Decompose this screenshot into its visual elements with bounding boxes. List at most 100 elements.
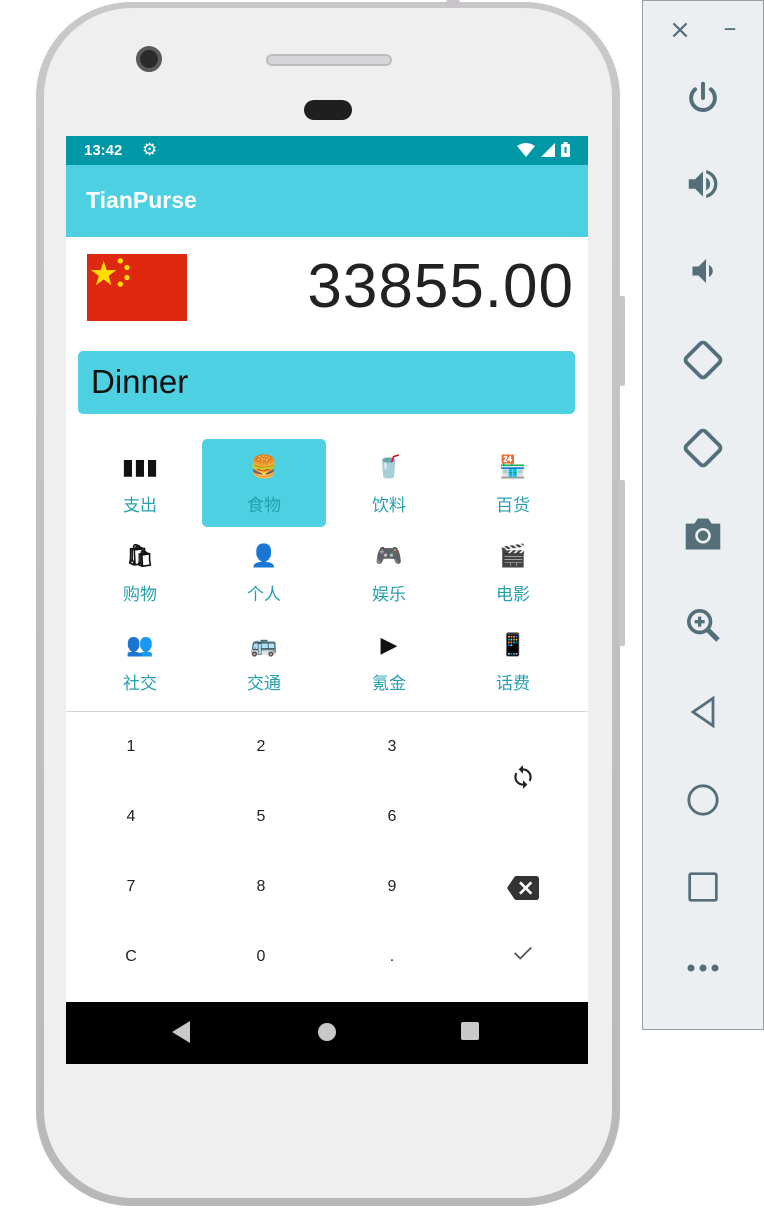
- category-commute[interactable]: 🚌 交通: [202, 617, 326, 705]
- number-keypad: 123 456 789 C0.: [66, 712, 588, 1002]
- app-title: TianPurse: [86, 187, 197, 213]
- category-label: 食物: [247, 496, 281, 516]
- rotate-left-icon: [683, 340, 723, 380]
- category-shopping-bag[interactable]: 🛍 购物: [78, 528, 202, 616]
- drink-icon: 🥤: [375, 455, 403, 480]
- key-7[interactable]: 7: [66, 852, 196, 922]
- zoom-in-icon: [687, 609, 720, 642]
- key-5[interactable]: 5: [196, 782, 326, 852]
- category-label: 支出: [123, 496, 157, 516]
- category-phone[interactable]: 📱 话费: [451, 617, 575, 705]
- home-button[interactable]: [643, 783, 763, 821]
- category-label: 话费: [496, 674, 530, 694]
- front-camera: [136, 46, 162, 72]
- volume-down-button[interactable]: [643, 253, 763, 293]
- confirm-button[interactable]: [458, 922, 588, 992]
- nav-back-icon[interactable]: [172, 1021, 190, 1043]
- category-label: 社交: [123, 674, 157, 694]
- memo-field[interactable]: Dinner: [78, 351, 575, 414]
- category-store[interactable]: 🏪 百货: [451, 439, 575, 527]
- more-button[interactable]: [643, 959, 763, 978]
- key-3[interactable]: 3: [327, 712, 457, 782]
- app-bar: TianPurse: [66, 165, 588, 237]
- volume-up-button[interactable]: [643, 165, 763, 207]
- status-bar: 13:42 ⚙: [66, 136, 588, 165]
- emulator-toolbar: × –: [642, 0, 764, 1030]
- swap-button[interactable]: [458, 742, 588, 812]
- settings-gear-icon: ⚙: [142, 140, 158, 160]
- status-time: 13:42: [84, 142, 123, 159]
- overview-square-icon: [688, 872, 718, 902]
- person-icon: 👤: [250, 544, 278, 569]
- phone-side-button: [619, 296, 625, 386]
- screenshot-button[interactable]: [643, 515, 763, 557]
- category-play-store[interactable]: ▶ 氪金: [327, 617, 451, 705]
- camera-icon: [685, 518, 721, 550]
- phone-icon: 📱: [499, 633, 527, 658]
- gamepad-icon: 🎮: [375, 544, 403, 569]
- emulator-close-button[interactable]: ×: [665, 15, 695, 45]
- home-circle-icon: [687, 784, 719, 816]
- entry-card: 33855.00 Dinner ▮▮▮ 支出 🍔 食物 🥤 饮料 🏪 百货 🛍 购物 👤 个人 🎮 娱乐 🎬…: [66, 237, 588, 711]
- more-dots-icon: [687, 964, 719, 972]
- category-gamepad[interactable]: 🎮 娱乐: [327, 528, 451, 616]
- power-icon: [689, 81, 717, 112]
- earpiece-speaker: [266, 54, 392, 66]
- category-label: 个人: [247, 585, 281, 605]
- amount-display: 33855.00: [307, 252, 574, 321]
- category-person[interactable]: 👤 个人: [202, 528, 326, 616]
- key-c[interactable]: C: [66, 922, 196, 992]
- refresh-icon: [514, 765, 532, 789]
- play-store-icon: ▶: [380, 633, 398, 658]
- status-icons: [517, 142, 570, 157]
- shopping-bag-icon: 🛍: [126, 544, 154, 569]
- category-people[interactable]: 👥 社交: [78, 617, 202, 705]
- backspace-icon: [507, 876, 539, 900]
- china-flag-icon[interactable]: [87, 254, 187, 321]
- fastfood-icon: 🍔: [250, 455, 278, 480]
- phone-volume-button: [619, 480, 625, 646]
- phone-top-button: [446, 0, 460, 8]
- movie-clapper-icon: 🎬: [499, 544, 527, 569]
- category-label: 百货: [496, 496, 530, 516]
- key-1[interactable]: 1: [66, 712, 196, 782]
- store-icon: 🏪: [499, 455, 527, 480]
- people-icon: 👥: [126, 633, 154, 658]
- key-0[interactable]: 0: [196, 922, 326, 992]
- nav-recents-icon[interactable]: [460, 1021, 480, 1041]
- key-dot[interactable]: .: [327, 922, 457, 992]
- key-4[interactable]: 4: [66, 782, 196, 852]
- back-triangle-icon: [690, 695, 715, 729]
- check-icon: [514, 946, 532, 960]
- category-label: 购物: [123, 585, 157, 605]
- nav-home-icon[interactable]: [316, 1021, 338, 1043]
- category-label: 饮料: [372, 496, 406, 516]
- battery-icon: [561, 142, 570, 157]
- signal-icon: [541, 142, 555, 157]
- key-8[interactable]: 8: [196, 852, 326, 922]
- key-6[interactable]: 6: [327, 782, 457, 852]
- key-2[interactable]: 2: [196, 712, 326, 782]
- category-drink[interactable]: 🥤 饮料: [327, 439, 451, 527]
- category-movie-clapper[interactable]: 🎬 电影: [451, 528, 575, 616]
- key-9[interactable]: 9: [327, 852, 457, 922]
- memo-text: Dinner: [91, 363, 189, 400]
- backspace-button[interactable]: [458, 852, 588, 922]
- volume-up-icon: [688, 170, 718, 198]
- commute-icon: 🚌: [250, 633, 278, 658]
- back-button[interactable]: [643, 695, 763, 733]
- volume-down-icon: [692, 259, 713, 283]
- category-label: 氪金: [372, 674, 406, 694]
- category-label: 娱乐: [372, 585, 406, 605]
- rotate-left-button[interactable]: [643, 337, 763, 387]
- rotate-right-button[interactable]: [643, 425, 763, 475]
- category-fastfood[interactable]: 🍔 食物: [202, 439, 326, 527]
- wifi-icon: [517, 142, 535, 157]
- emulator-minimize-button[interactable]: –: [715, 13, 745, 43]
- power-button[interactable]: [643, 79, 763, 121]
- device-screen: 13:42 ⚙ TianPurse 33855.00 Dinner ▮▮▮ 支出 🍔…: [66, 136, 588, 1064]
- bars-icon: ▮▮▮: [121, 455, 159, 480]
- category-bars[interactable]: ▮▮▮ 支出: [78, 439, 202, 527]
- zoom-button[interactable]: [643, 605, 763, 649]
- overview-button[interactable]: [643, 871, 763, 907]
